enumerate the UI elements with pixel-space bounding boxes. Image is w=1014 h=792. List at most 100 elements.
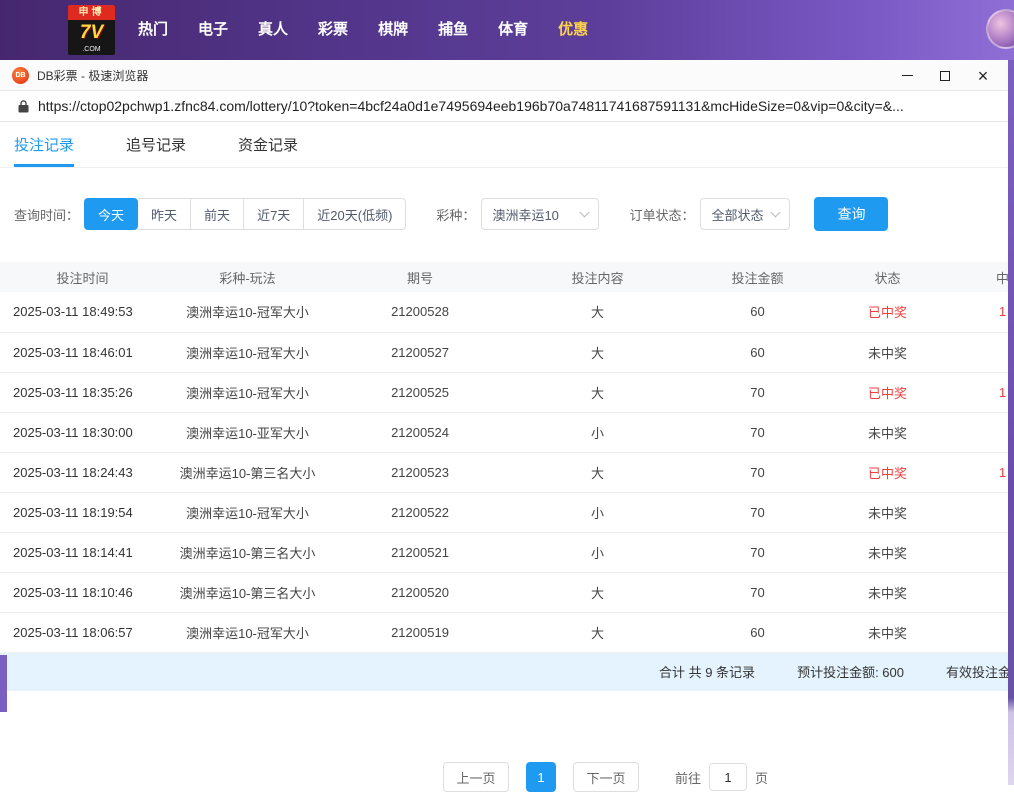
current-page-button[interactable]: 1 <box>526 762 556 792</box>
tab[interactable]: 投注记录 <box>14 122 74 167</box>
maximize-button[interactable] <box>926 60 964 91</box>
order-status-value: 全部状态 <box>711 205 763 224</box>
cell-issue: 21200524 <box>330 412 510 452</box>
column-header: 中 <box>945 262 1008 292</box>
time-range-button[interactable]: 近7天 <box>244 198 304 230</box>
nav-item[interactable]: 真人 <box>243 0 303 60</box>
cell-win-amount <box>945 532 1008 572</box>
column-header: 状态 <box>830 262 945 292</box>
cell-game: 澳洲幸运10-第三名大小 <box>165 452 330 492</box>
table-row: 2025-03-11 18:46:01 澳洲幸运10-冠军大小 21200527… <box>0 332 1008 372</box>
browser-favicon-icon: DB <box>12 67 29 84</box>
cell-content: 大 <box>510 612 685 652</box>
cell-status: 已中奖 <box>830 372 945 412</box>
cell-bet-time: 2025-03-11 18:35:26 <box>0 372 165 412</box>
chevron-down-icon <box>771 208 781 218</box>
prev-page-button[interactable]: 上一页 <box>443 762 509 792</box>
cell-game: 澳洲幸运10-亚军大小 <box>165 412 330 452</box>
table-row: 2025-03-11 18:19:54 澳洲幸运10-冠军大小 21200522… <box>0 492 1008 532</box>
close-button[interactable]: × <box>964 60 1002 91</box>
cell-amount: 70 <box>685 452 830 492</box>
column-header: 彩种-玩法 <box>165 262 330 292</box>
close-icon: × <box>978 67 989 85</box>
order-status-label: 订单状态： <box>629 205 694 224</box>
lottery-select-value: 澳洲幸运10 <box>492 205 558 224</box>
address-bar[interactable]: https://ctop02pchwp1.zfnc84.com/lottery/… <box>0 91 1008 122</box>
summary-total: 合计 共 9 条记录 <box>659 662 755 681</box>
cell-issue: 21200521 <box>330 532 510 572</box>
cell-status: 未中奖 <box>830 332 945 372</box>
cell-issue: 21200528 <box>330 292 510 332</box>
minimize-button[interactable] <box>888 60 926 91</box>
cell-win-amount <box>945 492 1008 532</box>
window-title: DB彩票 - 极速浏览器 <box>37 67 148 84</box>
cell-win-amount <box>945 412 1008 452</box>
brand-logo[interactable]: 申博 7V .COM <box>68 5 115 55</box>
time-range-button[interactable]: 今天 <box>84 198 138 230</box>
nav-item[interactable]: 热门 <box>123 0 183 60</box>
cell-content: 大 <box>510 332 685 372</box>
cell-win-amount: 1 <box>945 292 1008 332</box>
cell-amount: 70 <box>685 412 830 452</box>
cell-issue: 21200519 <box>330 612 510 652</box>
logo-text-main: 7V <box>80 20 103 45</box>
cell-game: 澳洲幸运10-冠军大小 <box>165 332 330 372</box>
nav-item[interactable]: 棋牌 <box>363 0 423 60</box>
cell-bet-time: 2025-03-11 18:10:46 <box>0 572 165 612</box>
nav-item[interactable]: 电子 <box>183 0 243 60</box>
tab[interactable]: 资金记录 <box>238 122 298 167</box>
cell-content: 大 <box>510 372 685 412</box>
cell-status: 未中奖 <box>830 572 945 612</box>
next-page-button[interactable]: 下一页 <box>573 762 639 792</box>
cell-status: 未中奖 <box>830 492 945 532</box>
cell-issue: 21200525 <box>330 372 510 412</box>
nav-item[interactable]: 捕鱼 <box>423 0 483 60</box>
nav-item[interactable]: 优惠 <box>543 0 603 60</box>
cell-bet-time: 2025-03-11 18:46:01 <box>0 332 165 372</box>
time-range-button[interactable]: 昨天 <box>138 198 191 230</box>
url-text[interactable]: https://ctop02pchwp1.zfnc84.com/lottery/… <box>38 98 1003 114</box>
table-row: 2025-03-11 18:24:43 澳洲幸运10-第三名大小 2120052… <box>0 452 1008 492</box>
cell-bet-time: 2025-03-11 18:19:54 <box>0 492 165 532</box>
cell-win-amount <box>945 612 1008 652</box>
column-header: 投注金额 <box>685 262 830 292</box>
cell-content: 大 <box>510 572 685 612</box>
query-button[interactable]: 查询 <box>814 197 888 231</box>
cell-amount: 70 <box>685 372 830 412</box>
table-row: 2025-03-11 18:10:46 澳洲幸运10-第三名大小 2120052… <box>0 572 1008 612</box>
cell-issue: 21200522 <box>330 492 510 532</box>
cell-issue: 21200523 <box>330 452 510 492</box>
logo-text-sub: .COM <box>82 45 100 54</box>
nav-item[interactable]: 彩票 <box>303 0 363 60</box>
cell-game: 澳洲幸运10-第三名大小 <box>165 532 330 572</box>
order-status-select[interactable]: 全部状态 <box>700 198 790 230</box>
records-table: 投注时间彩种-玩法期号投注内容投注金额状态中 2025-03-11 18:49:… <box>0 262 1008 653</box>
time-range-group: 今天昨天前天近7天近20天(低频) <box>84 198 406 230</box>
cell-amount: 60 <box>685 612 830 652</box>
cell-bet-time: 2025-03-11 18:30:00 <box>0 412 165 452</box>
time-range-button[interactable]: 前天 <box>191 198 244 230</box>
cell-bet-time: 2025-03-11 18:14:41 <box>0 532 165 572</box>
goto-page-input[interactable] <box>709 763 747 791</box>
table-row: 2025-03-11 18:30:00 澳洲幸运10-亚军大小 21200524… <box>0 412 1008 452</box>
cell-issue: 21200520 <box>330 572 510 612</box>
cell-content: 大 <box>510 452 685 492</box>
cell-amount: 60 <box>685 292 830 332</box>
cell-content: 大 <box>510 292 685 332</box>
cell-win-amount <box>945 572 1008 612</box>
summary-valid: 有效投注金额 <box>946 662 1008 681</box>
time-range-button[interactable]: 近20天(低频) <box>304 198 406 230</box>
main-menu: 热门电子真人彩票棋牌捕鱼体育优惠 <box>123 0 603 60</box>
nav-item[interactable]: 体育 <box>483 0 543 60</box>
cell-win-amount: 1 <box>945 452 1008 492</box>
tab[interactable]: 追号记录 <box>126 122 186 167</box>
cell-bet-time: 2025-03-11 18:49:53 <box>0 292 165 332</box>
user-avatar[interactable] <box>986 9 1014 49</box>
lottery-select[interactable]: 澳洲幸运10 <box>481 198 599 230</box>
logo-text-top: 申博 <box>68 5 115 20</box>
cell-status: 未中奖 <box>830 412 945 452</box>
cell-content: 小 <box>510 492 685 532</box>
cell-status: 已中奖 <box>830 292 945 332</box>
table-body: 2025-03-11 18:49:53 澳洲幸运10-冠军大小 21200528… <box>0 292 1008 652</box>
cell-game: 澳洲幸运10-冠军大小 <box>165 492 330 532</box>
